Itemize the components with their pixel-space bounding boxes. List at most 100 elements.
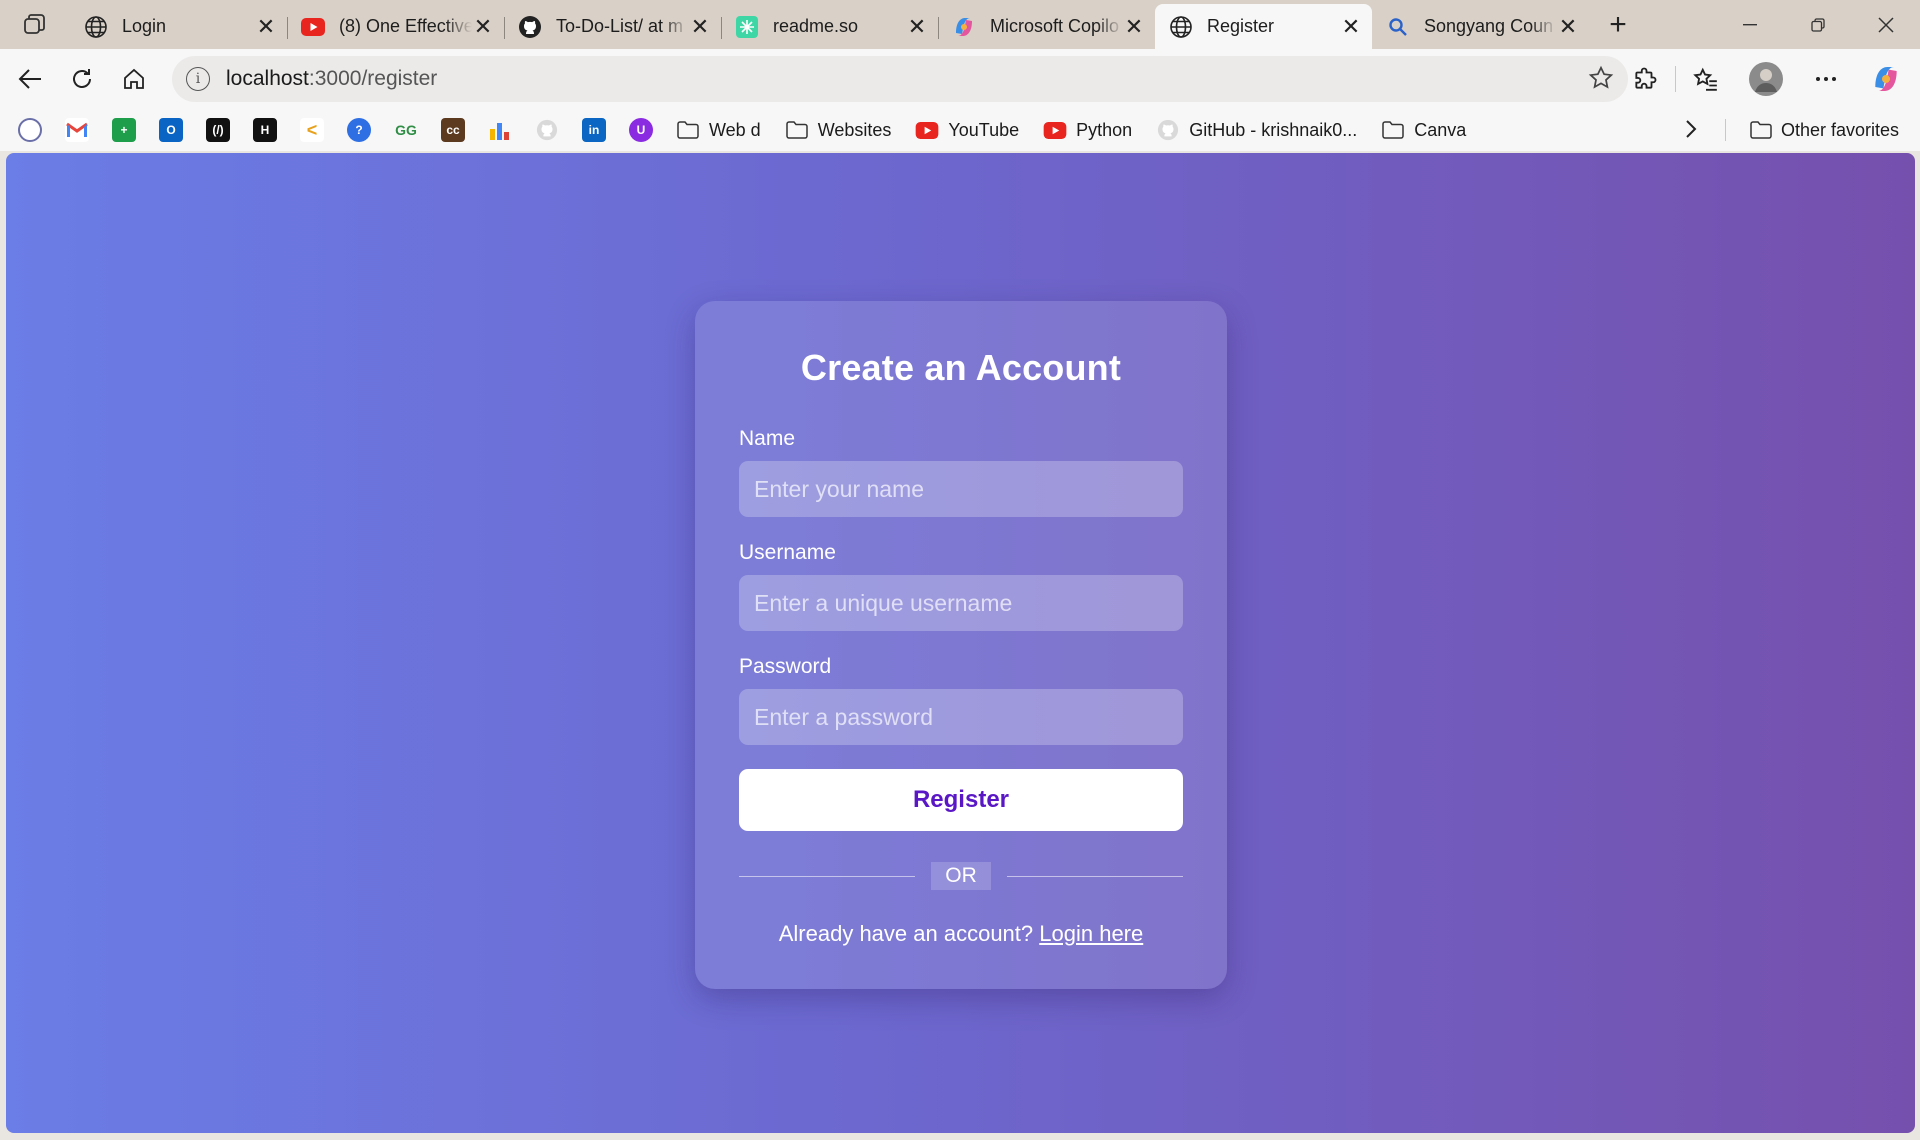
name-label: Name bbox=[739, 427, 796, 450]
tab-search[interactable]: Songyang Coun ✕ bbox=[1372, 6, 1589, 47]
restore-button[interactable] bbox=[1784, 0, 1852, 49]
codechef-icon[interactable]: (/) bbox=[206, 118, 230, 142]
tab-title: readme.so bbox=[773, 16, 859, 36]
copilot-button[interactable] bbox=[1856, 57, 1916, 101]
bookmark-label: Websites bbox=[817, 119, 892, 140]
outlook-icon[interactable]: O bbox=[159, 118, 183, 142]
other-favorites-label: Other favorites bbox=[1781, 119, 1900, 140]
sheets-icon[interactable]: + bbox=[112, 118, 136, 142]
favorites-button[interactable] bbox=[1676, 57, 1736, 101]
linkedin-icon[interactable]: in bbox=[582, 118, 606, 142]
analytics-icon[interactable] bbox=[488, 118, 512, 142]
bookmark-github[interactable]: GitHub - krishnaik0... bbox=[1156, 119, 1357, 141]
url-path: :3000/register bbox=[308, 67, 438, 90]
username-input[interactable] bbox=[739, 575, 1183, 631]
close-tab-icon[interactable]: ✕ bbox=[906, 14, 928, 39]
close-tab-icon[interactable]: ✕ bbox=[1557, 14, 1579, 39]
home-button[interactable] bbox=[108, 57, 160, 101]
bookmarks-separator bbox=[1725, 119, 1726, 141]
password-label: Password bbox=[739, 655, 832, 678]
close-tab-icon[interactable]: ✕ bbox=[255, 14, 277, 39]
login-prompt: Already have an account? bbox=[778, 921, 1034, 946]
tab-title: Login bbox=[122, 16, 167, 36]
codeforces-icon[interactable]: ? bbox=[347, 118, 371, 142]
bookmarks-bar: + O (/) H < ? GG cc in U Web d Websites … bbox=[0, 109, 1920, 151]
extensions-button[interactable] bbox=[1615, 57, 1675, 101]
folder-icon bbox=[1381, 119, 1405, 141]
refresh-button[interactable] bbox=[56, 57, 108, 101]
back-button[interactable] bbox=[4, 57, 56, 101]
favorites-list-icon bbox=[1693, 67, 1717, 91]
close-tab-icon[interactable]: ✕ bbox=[1123, 14, 1145, 39]
tab-readme[interactable]: readme.so ✕ bbox=[721, 6, 938, 47]
bookmark-youtube[interactable]: YouTube bbox=[915, 119, 1019, 141]
workspaces-button[interactable] bbox=[0, 0, 70, 49]
youtube-icon bbox=[301, 15, 325, 39]
other-favorites[interactable]: Other favorites bbox=[1750, 109, 1899, 151]
leetcode-icon[interactable]: < bbox=[300, 118, 324, 142]
bookmark-label: Canva bbox=[1414, 119, 1467, 140]
puzzle-icon bbox=[1635, 67, 1657, 89]
login-prompt-line: Already have an account? Login here bbox=[739, 921, 1183, 947]
close-tab-icon[interactable]: ✕ bbox=[1340, 14, 1362, 39]
favorite-star-icon[interactable] bbox=[1588, 65, 1614, 97]
tab-github[interactable]: To-Do-List/ at m ✕ bbox=[504, 6, 721, 47]
youtube-icon bbox=[1043, 119, 1067, 141]
cc-icon[interactable]: cc bbox=[441, 118, 465, 142]
bookmark-label: YouTube bbox=[948, 119, 1020, 140]
globe-icon bbox=[1169, 15, 1193, 39]
site-info-icon[interactable]: i bbox=[186, 67, 210, 91]
or-text: OR bbox=[931, 862, 991, 890]
tab-login[interactable]: Login ✕ bbox=[70, 6, 287, 47]
copilot-icon bbox=[952, 15, 976, 39]
bookmark-canva[interactable]: Canva bbox=[1381, 119, 1466, 141]
minimize-button[interactable] bbox=[1716, 0, 1784, 49]
github-icon[interactable] bbox=[535, 118, 559, 142]
bookmark-label: Web d bbox=[709, 119, 761, 140]
new-tab-button[interactable]: + bbox=[1595, 5, 1641, 45]
gmail-icon[interactable] bbox=[65, 118, 89, 142]
bookmark-label: Python bbox=[1076, 119, 1133, 140]
name-input[interactable] bbox=[739, 461, 1183, 517]
divider-line bbox=[1006, 875, 1183, 877]
tab-youtube[interactable]: (8) One Effective ✕ bbox=[287, 6, 504, 47]
copilot-icon bbox=[1875, 67, 1897, 91]
folder-icon bbox=[1750, 121, 1772, 139]
folder-icon bbox=[785, 119, 809, 141]
youtube-icon bbox=[915, 119, 939, 141]
geeksforgeeks-icon[interactable]: GG bbox=[394, 118, 418, 142]
close-tab-icon[interactable]: ✕ bbox=[472, 14, 494, 39]
chevron-right-icon[interactable] bbox=[1684, 118, 1698, 145]
page-title: Create an Account bbox=[800, 347, 1122, 388]
upwork-icon[interactable]: U bbox=[629, 118, 653, 142]
window-controls bbox=[1716, 0, 1920, 49]
profile-button[interactable] bbox=[1736, 57, 1796, 101]
page-viewport: Create an Account Name Username Password… bbox=[6, 153, 1915, 1133]
bookmark-web-d[interactable]: Web d bbox=[676, 119, 761, 141]
tab-register[interactable]: Register ✕ bbox=[1155, 4, 1372, 49]
tab-title: Microsoft Copilo bbox=[990, 16, 1120, 36]
register-button[interactable]: Register bbox=[739, 769, 1183, 831]
toolbar-right bbox=[1615, 49, 1920, 109]
hackerrank-icon[interactable]: H bbox=[253, 118, 277, 142]
more-menu-button[interactable] bbox=[1796, 57, 1856, 101]
refresh-icon bbox=[73, 69, 91, 88]
tab-title: Register bbox=[1207, 16, 1275, 36]
bookmark-websites[interactable]: Websites bbox=[785, 119, 892, 141]
close-tab-icon[interactable]: ✕ bbox=[689, 14, 711, 39]
address-bar[interactable]: i localhost:3000/register bbox=[172, 56, 1628, 102]
login-link[interactable]: Login here bbox=[1039, 921, 1143, 946]
home-icon bbox=[124, 68, 144, 89]
more-icon bbox=[1816, 77, 1836, 81]
bookmark-python[interactable]: Python bbox=[1043, 119, 1132, 141]
tab-copilot[interactable]: Microsoft Copilo ✕ bbox=[938, 6, 1155, 47]
avatar bbox=[1749, 62, 1783, 96]
browser-toolbar: i localhost:3000/register bbox=[0, 49, 1920, 109]
register-card: Create an Account Name Username Password… bbox=[695, 301, 1227, 989]
close-window-button[interactable] bbox=[1852, 0, 1920, 49]
tab-title: To-Do-List/ at m bbox=[556, 16, 684, 36]
password-input[interactable] bbox=[739, 689, 1183, 745]
url-host: localhost bbox=[226, 67, 309, 90]
username-label: Username bbox=[739, 541, 836, 564]
browser-logo-icon[interactable] bbox=[18, 118, 42, 142]
